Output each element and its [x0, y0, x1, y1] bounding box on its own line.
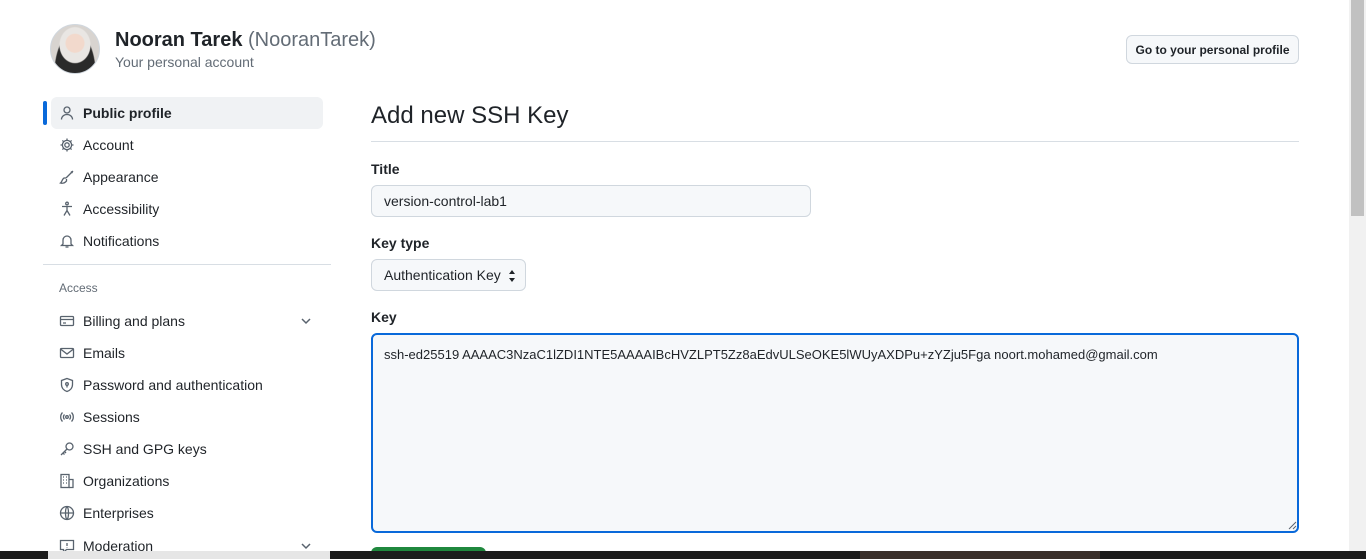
avatar[interactable]: [50, 24, 100, 74]
accessibility-icon: [59, 201, 75, 217]
key-type-label: Key type: [371, 235, 430, 251]
active-indicator: [43, 101, 47, 125]
access-heading: Access: [59, 281, 98, 295]
sidebar-item-password[interactable]: Password and authentication: [51, 369, 323, 401]
go-to-profile-button[interactable]: Go to your personal profile: [1126, 35, 1299, 64]
sidebar-item-label: Organizations: [83, 473, 170, 489]
key-type-select[interactable]: Authentication Key: [371, 259, 526, 291]
sidebar-item-ssh-gpg-keys[interactable]: SSH and GPG keys: [51, 433, 323, 465]
title-divider: [371, 141, 1299, 142]
sidebar-item-billing[interactable]: Billing and plans: [51, 305, 323, 337]
key-type-value: Authentication Key: [384, 267, 501, 283]
bell-icon: [59, 233, 75, 249]
sidebar-item-label: Sessions: [83, 409, 140, 425]
gear-icon: [59, 137, 75, 153]
sidebar-divider: [43, 264, 331, 265]
mail-icon: [59, 345, 75, 361]
sidebar-item-label: Account: [83, 137, 134, 153]
account-subtitle: Your personal account: [115, 54, 254, 70]
person-icon: [59, 105, 75, 121]
organization-icon: [59, 473, 75, 489]
key-textarea[interactable]: ssh-ed25519 AAAAC3NzaC1lZDI1NTE5AAAAIBcH…: [371, 333, 1299, 533]
user-display-name: Nooran Tarek (NooranTarek): [115, 29, 376, 52]
sidebar-item-label: Billing and plans: [83, 313, 185, 329]
key-icon: [59, 441, 75, 457]
sidebar-item-label: Accessibility: [83, 201, 160, 217]
sidebar-item-label: Public profile: [83, 105, 172, 121]
taskbar-search-box[interactable]: [48, 551, 330, 559]
sidebar-item-label: Enterprises: [83, 505, 154, 521]
broadcast-icon: [59, 409, 75, 425]
display-name: Nooran Tarek: [115, 29, 243, 51]
sidebar-item-public-profile[interactable]: Public profile: [51, 97, 323, 129]
sidebar-item-label: Password and authentication: [83, 377, 263, 393]
scrollbar-thumb[interactable]: [1351, 0, 1364, 216]
credit-card-icon: [59, 313, 75, 329]
sidebar-item-organizations[interactable]: Organizations: [51, 465, 323, 497]
page-title: Add new SSH Key: [371, 102, 569, 129]
sidebar-item-notifications[interactable]: Notifications: [51, 225, 323, 257]
sidebar-item-label: Appearance: [83, 169, 159, 185]
sidebar-item-enterprises[interactable]: Enterprises: [51, 497, 323, 529]
sidebar-item-sessions[interactable]: Sessions: [51, 401, 323, 433]
sidebar-item-account[interactable]: Account: [51, 129, 323, 161]
shield-lock-icon: [59, 377, 75, 393]
sidebar-item-label: Emails: [83, 345, 126, 361]
title-input[interactable]: [371, 185, 811, 217]
user-login: (NooranTarek): [248, 29, 376, 51]
select-arrows-icon: [509, 270, 515, 282]
sidebar-item-label: Notifications: [83, 233, 160, 249]
sidebar-item-appearance[interactable]: Appearance: [51, 161, 323, 193]
sidebar-item-accessibility[interactable]: Accessibility: [51, 193, 323, 225]
resize-grip-icon[interactable]: [1288, 521, 1297, 530]
title-label: Title: [371, 161, 400, 177]
key-label: Key: [371, 309, 397, 325]
paintbrush-icon: [59, 169, 75, 185]
chevron-down-icon[interactable]: [299, 314, 313, 328]
taskbar-app-area: [860, 551, 1100, 559]
sidebar-item-emails[interactable]: Emails: [51, 337, 323, 369]
sidebar-item-label: SSH and GPG keys: [83, 441, 207, 457]
globe-icon: [59, 505, 75, 521]
